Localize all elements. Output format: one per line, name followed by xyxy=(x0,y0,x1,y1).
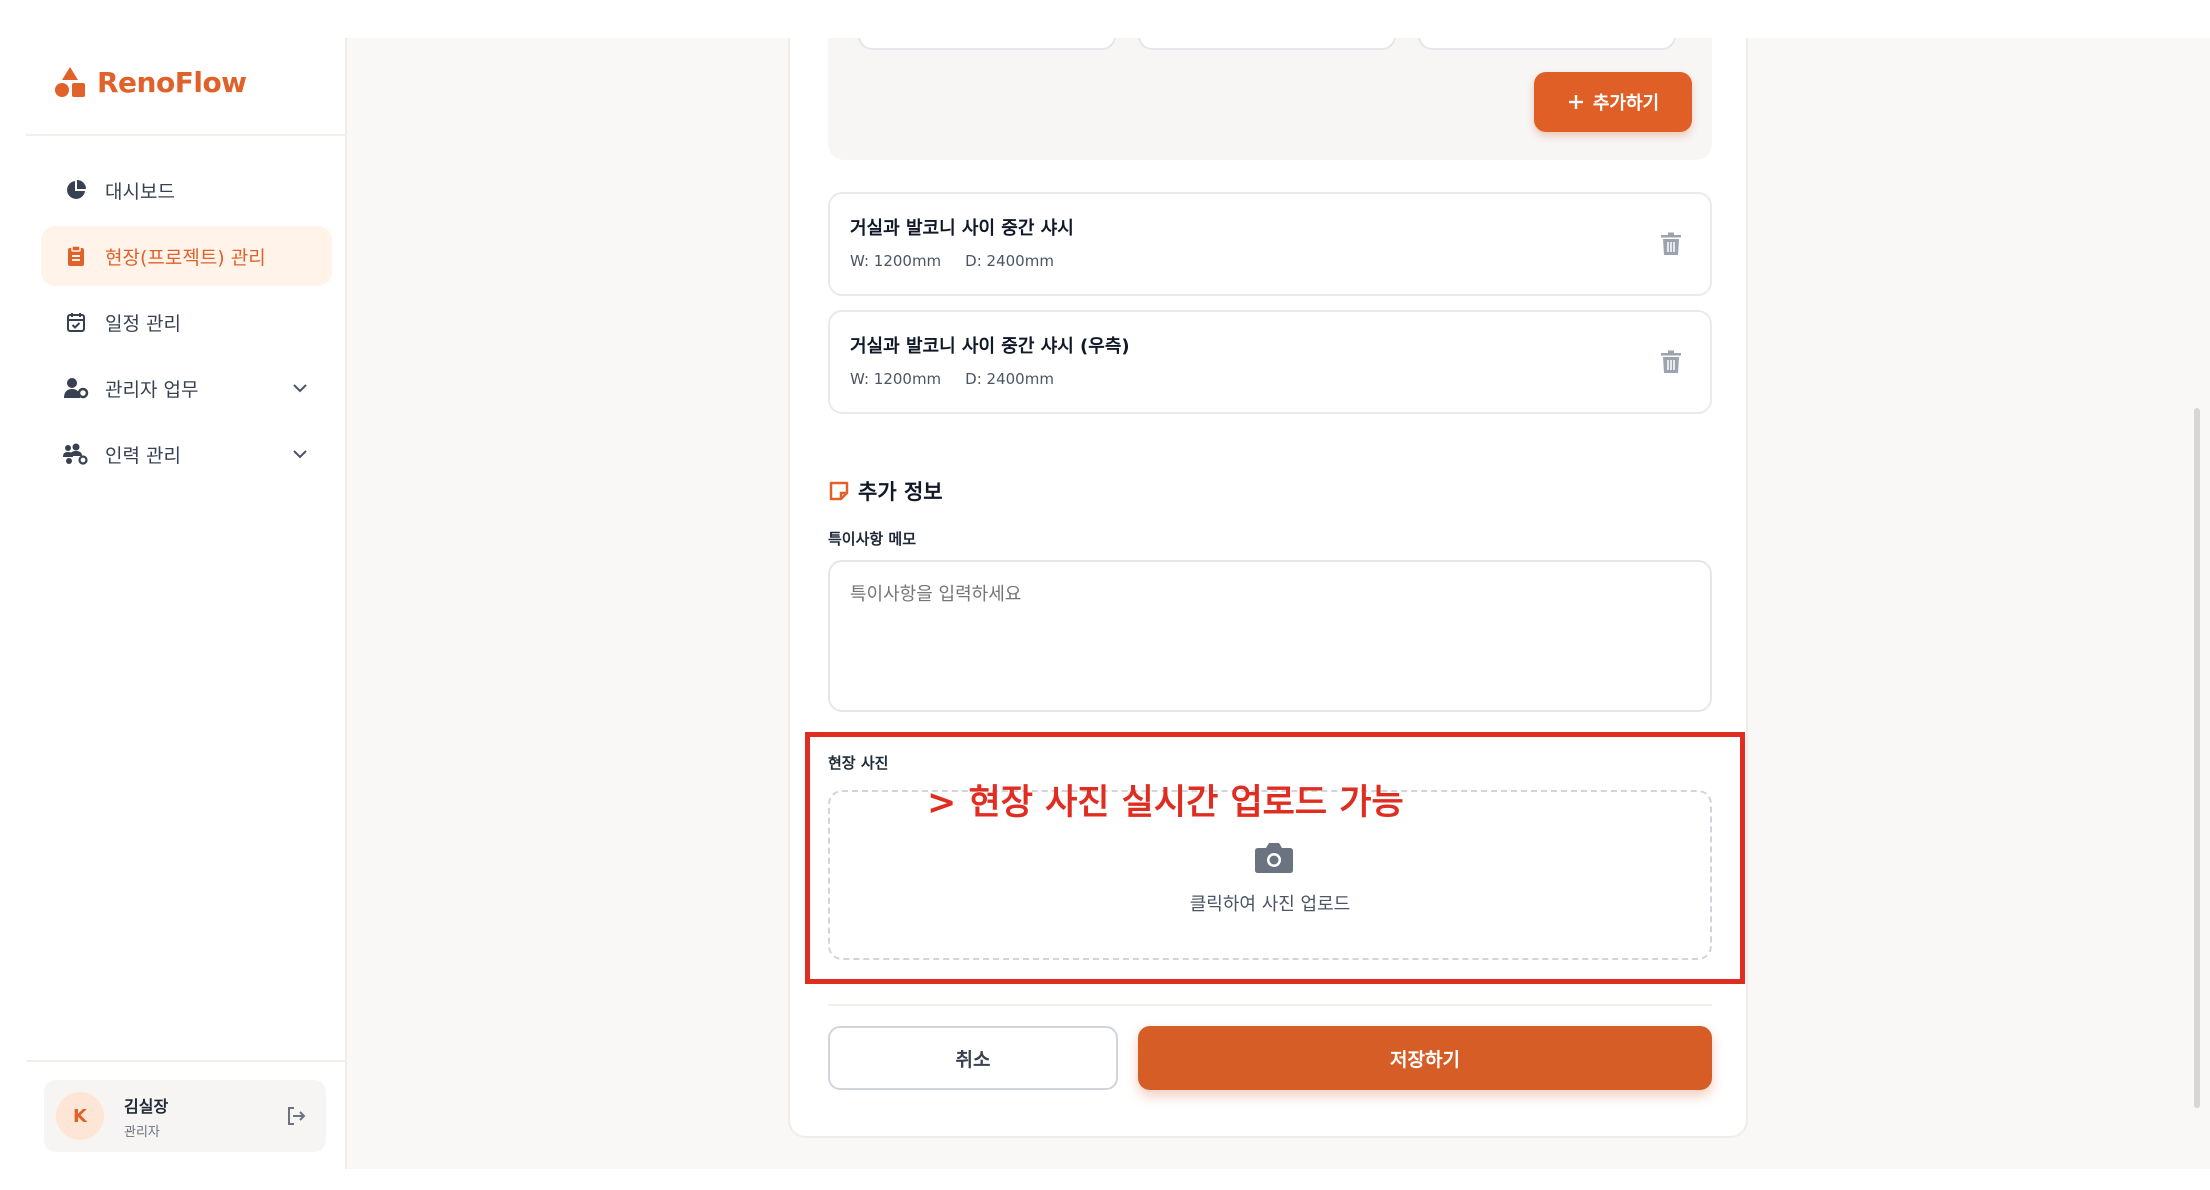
sidebar-item-label: 인력 관리 xyxy=(105,444,181,467)
list-item: 거실과 발코니 사이 중간 샤시 (우측) W: 1200mm D: 2400mm xyxy=(828,310,1712,414)
sidebar-item-label: 일정 관리 xyxy=(105,312,181,335)
user-name: 김실장 xyxy=(124,1096,169,1116)
plus-icon xyxy=(1568,95,1583,109)
sidebar: RenoFlow 대시보드 현장(프로젝트) 관리 일정 관리 관리자 업무 인… xyxy=(26,38,347,1169)
project-form-card: 추가하기 거실과 발코니 사이 중간 샤시 W: 1200mm D: 2400mm… xyxy=(788,38,1748,1138)
add-item-label: 추가하기 xyxy=(1592,93,1660,114)
note-icon xyxy=(829,481,849,501)
logout-icon[interactable] xyxy=(284,1104,308,1128)
sidebar-item-label: 관리자 업무 xyxy=(105,378,199,401)
scrollbar[interactable] xyxy=(2194,408,2200,1108)
item-depth: D: 2400mm xyxy=(965,252,1054,270)
sidebar-item-dashboard[interactable]: 대시보드 xyxy=(41,160,332,220)
sidebar-item-admin-tasks[interactable]: 관리자 업무 xyxy=(41,358,332,418)
save-button[interactable]: 저장하기 xyxy=(1138,1026,1712,1090)
item-depth: D: 2400mm xyxy=(965,370,1054,388)
memo-field[interactable] xyxy=(828,560,1712,712)
user-settings-icon xyxy=(63,375,89,401)
users-settings-icon xyxy=(63,441,89,467)
add-item-button[interactable]: 추가하기 xyxy=(1534,72,1692,132)
trash-icon[interactable] xyxy=(1660,232,1682,256)
trash-icon[interactable] xyxy=(1660,350,1682,374)
brand-name: RenoFlow xyxy=(97,65,247,99)
pie-chart-icon xyxy=(63,177,89,203)
cancel-button[interactable]: 취소 xyxy=(828,1026,1118,1090)
item-input-field[interactable] xyxy=(1138,38,1396,50)
user-role: 관리자 xyxy=(124,1124,160,1140)
annotation-text: > 현장 사진 실시간 업로드 가능 xyxy=(927,783,1404,823)
item-width: W: 1200mm xyxy=(850,252,942,270)
sidebar-item-projects[interactable]: 현장(프로젝트) 관리 xyxy=(41,226,332,286)
brand[interactable]: RenoFlow xyxy=(53,62,247,102)
extra-info-title: 추가 정보 xyxy=(828,476,943,506)
divider xyxy=(26,1060,347,1062)
app-window: RenoFlow 대시보드 현장(프로젝트) 관리 일정 관리 관리자 업무 인… xyxy=(26,38,2210,1169)
item-input-field[interactable] xyxy=(1418,38,1676,50)
sidebar-item-schedule[interactable]: 일정 관리 xyxy=(41,292,332,352)
section-title-text: 추가 정보 xyxy=(858,480,943,504)
item-dimensions: W: 1200mm D: 2400mm xyxy=(850,370,1054,388)
user-card: K 김실장 관리자 xyxy=(44,1080,326,1152)
item-dimensions: W: 1200mm D: 2400mm xyxy=(850,252,1054,270)
item-title: 거실과 발코니 사이 중간 샤시 (우측) xyxy=(850,336,1130,357)
item-entry-panel: 추가하기 xyxy=(828,38,1712,160)
item-title: 거실과 발코니 사이 중간 샤시 xyxy=(850,218,1074,239)
clipboard-icon xyxy=(63,243,89,269)
memo-label: 특이사항 메모 xyxy=(828,530,917,548)
sidebar-nav: 대시보드 현장(프로젝트) 관리 일정 관리 관리자 업무 인력 관리 xyxy=(41,160,332,490)
divider xyxy=(26,134,347,136)
list-item: 거실과 발코니 사이 중간 샤시 W: 1200mm D: 2400mm xyxy=(828,192,1712,296)
chevron-down-icon xyxy=(293,384,307,393)
calendar-check-icon xyxy=(63,309,89,335)
annotation-box xyxy=(805,732,1745,984)
sidebar-item-workforce[interactable]: 인력 관리 xyxy=(41,424,332,484)
sidebar-item-label: 현장(프로젝트) 관리 xyxy=(105,246,266,269)
item-input-field[interactable] xyxy=(858,38,1116,50)
chevron-down-icon xyxy=(293,450,307,459)
avatar: K xyxy=(56,1092,104,1140)
divider xyxy=(828,1004,1712,1006)
item-width: W: 1200mm xyxy=(850,370,942,388)
logo-icon xyxy=(55,67,85,97)
sidebar-item-label: 대시보드 xyxy=(105,180,175,203)
window-bottom-edge xyxy=(0,1169,2210,1190)
